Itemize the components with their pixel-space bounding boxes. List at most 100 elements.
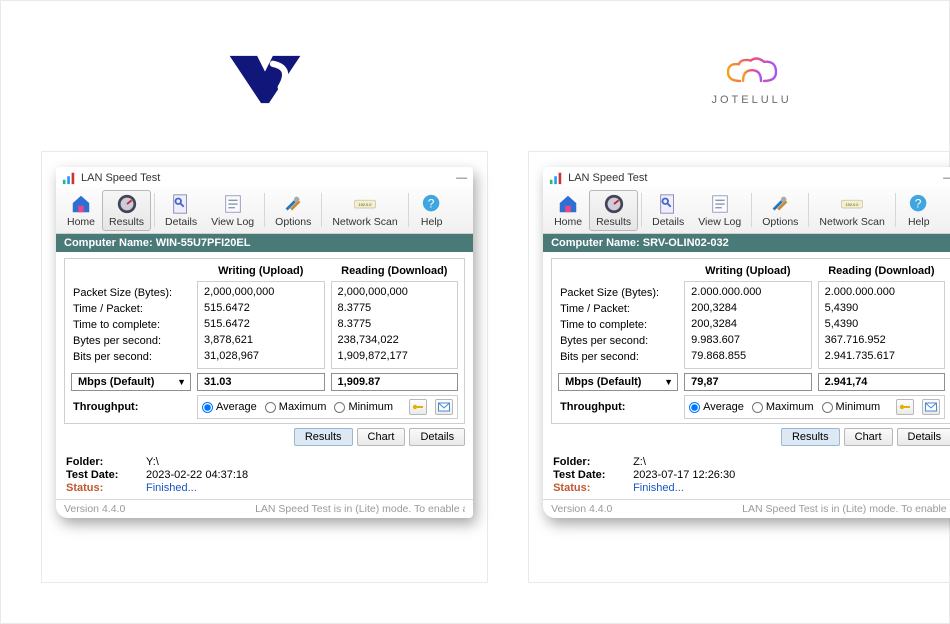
toolbar-results[interactable]: Results [589,190,638,231]
mbps-writing: 79,87 [684,373,812,391]
log-icon [222,193,244,215]
lite-mode-text: LAN Speed Test is in (Lite) mode. To ena… [255,503,465,515]
toolbar-home[interactable]: Home [547,190,589,231]
status-value[interactable]: Finished... [633,482,684,494]
tab-results[interactable]: Results [294,428,353,446]
status-label: Status: [553,482,633,494]
home-icon [557,193,579,215]
computer-name: SRV-OLIN02-032 [643,237,729,249]
unit-select[interactable]: Mbps (Default)▼ [71,373,191,391]
version-text: Version 4.4.0 [551,503,612,515]
mail-icon-button[interactable] [435,399,453,415]
toolbar-help[interactable]: ? Help [412,190,452,231]
netscan-icon: 192.0.0 [841,193,863,215]
svg-text:?: ? [427,197,434,211]
brand-text: JOTELULU [711,94,791,106]
tab-chart[interactable]: Chart [844,428,893,446]
row-timecomp: Time to complete: [560,317,676,333]
toolbar-details[interactable]: Details [158,190,204,231]
reading-values: 2,000,000,000 8.3775 8.3775 238,734,022 … [331,281,459,369]
reading-values: 2.000.000.000 5,4390 5,4390 367.716.952 … [818,281,946,369]
tab-details[interactable]: Details [409,428,465,446]
mail-icon-button[interactable] [922,399,940,415]
writing-values: 2,000,000,000 515.6472 515.6472 3,878,62… [197,281,325,369]
toolbar-viewlog[interactable]: View Log [691,190,748,231]
brand-logo-jotelulu: JOTELULU [711,57,791,106]
unit-select[interactable]: Mbps (Default)▼ [558,373,678,391]
row-packet: Packet Size (Bytes): [73,285,189,301]
chevron-down-icon: ▼ [177,377,186,387]
folder-value: Y:\ [146,456,159,468]
brand-logo-v [225,52,305,110]
testdate-label: Test Date: [66,469,146,481]
app-icon [62,171,76,185]
toolbar-viewlog[interactable]: View Log [204,190,261,231]
help-icon: ? [908,193,930,215]
toolbar-help[interactable]: ? Help [899,190,939,231]
tab-results[interactable]: Results [781,428,840,446]
toolbar-results[interactable]: Results [102,190,151,231]
tab-chart[interactable]: Chart [357,428,406,446]
col-writing: Writing (Upload) [197,265,325,277]
log-icon [709,193,731,215]
toolbar-options[interactable]: Options [268,190,318,231]
col-reading: Reading (Download) [818,265,946,277]
row-bytesps: Bytes per second: [560,333,676,349]
radio-average[interactable]: Average [202,401,257,413]
minimize-button[interactable]: — [943,172,950,184]
computer-name-label: Computer Name: [64,237,153,249]
radio-maximum[interactable]: Maximum [752,401,814,413]
toolbar-netscan[interactable]: 192.0.0 Network Scan [812,190,891,231]
radio-minimum[interactable]: Minimum [822,401,881,413]
mbps-reading: 2.941,74 [818,373,946,391]
col-writing: Writing (Upload) [684,265,812,277]
help-icon: ? [421,193,443,215]
radio-maximum[interactable]: Maximum [265,401,327,413]
minimize-button[interactable]: — [456,172,467,184]
mbps-writing: 31.03 [197,373,325,391]
svg-text:?: ? [915,197,922,211]
row-bytesps: Bytes per second: [73,333,189,349]
version-text: Version 4.4.0 [64,503,125,515]
options-icon [769,193,791,215]
key-icon-button[interactable] [896,399,914,415]
row-packet: Packet Size (Bytes): [560,285,676,301]
details-icon [170,193,192,215]
tab-details[interactable]: Details [897,428,950,446]
app-window-left: LAN Speed Test — Home Results Details [56,167,473,518]
toolbar-home[interactable]: Home [60,190,102,231]
row-timepkt: Time / Packet: [73,301,189,317]
testdate-value: 2023-07-17 12:26:30 [633,469,735,481]
app-window-right: LAN Speed Test — Home Results Details [543,167,950,518]
home-icon [70,193,92,215]
gauge-icon [603,193,625,215]
status-value[interactable]: Finished... [146,482,197,494]
toolbar-options[interactable]: Options [755,190,805,231]
throughput-label: Throughput: [71,401,191,413]
svg-text:192.0.0: 192.0.0 [846,202,859,207]
toolbar-netscan[interactable]: 192.0.0 Network Scan [325,190,404,231]
window-title: LAN Speed Test [568,172,647,184]
window-title: LAN Speed Test [81,172,160,184]
row-bitsps: Bits per second: [560,349,676,365]
col-reading: Reading (Download) [331,265,459,277]
lite-mode-text: LAN Speed Test is in (Lite) mode. To ena… [742,503,950,515]
computer-name: WIN-55U7PFI20EL [156,237,251,249]
gauge-icon [116,193,138,215]
radio-average[interactable]: Average [689,401,744,413]
options-icon [282,193,304,215]
folder-label: Folder: [553,456,633,468]
mbps-reading: 1,909.87 [331,373,459,391]
chevron-down-icon: ▼ [664,377,673,387]
row-timecomp: Time to complete: [73,317,189,333]
throughput-label: Throughput: [558,401,678,413]
radio-minimum[interactable]: Minimum [334,401,393,413]
toolbar-details[interactable]: Details [645,190,691,231]
svg-text:192.0.0: 192.0.0 [359,202,372,207]
testdate-value: 2023-02-22 04:37:18 [146,469,248,481]
key-icon-button[interactable] [409,399,427,415]
details-icon [657,193,679,215]
app-icon [549,171,563,185]
row-bitsps: Bits per second: [73,349,189,365]
computer-name-label: Computer Name: [551,237,640,249]
